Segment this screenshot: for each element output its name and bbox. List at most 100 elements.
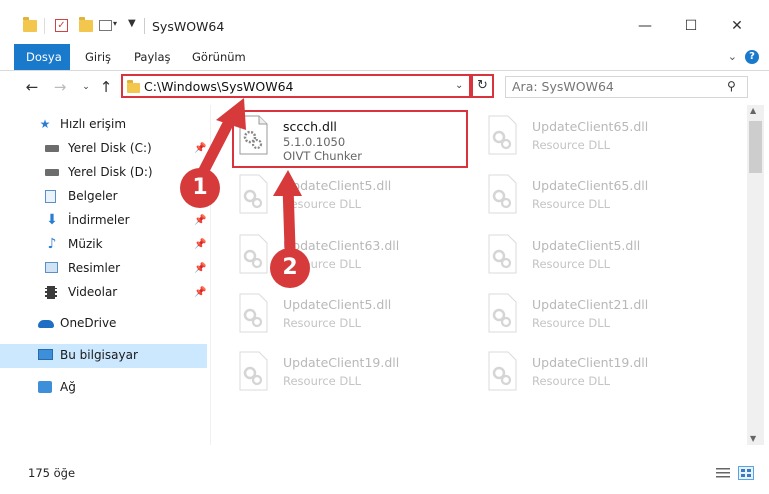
navigation-pane: ★ Hızlı erişim Yerel Disk (C:) 📌 Yerel D… xyxy=(0,105,210,445)
sidebar-item-label: Resimler xyxy=(68,261,121,275)
pin-icon[interactable]: 📌 xyxy=(194,143,206,154)
file-name: UpdateClient65.dll xyxy=(532,119,649,134)
maximize-button[interactable]: ☐ xyxy=(674,14,708,38)
file-item[interactable]: UpdateClient5.dll Resource DLL xyxy=(485,230,725,286)
file-name: UpdateClient5.dll xyxy=(283,297,392,312)
tab-giris[interactable]: Giriş xyxy=(73,44,123,70)
file-description: Resource DLL xyxy=(283,316,362,330)
sidebar-item-label: Videolar xyxy=(68,285,118,299)
file-item[interactable]: UpdateClient65.dll Resource DLL xyxy=(485,170,725,226)
dll-file-icon xyxy=(239,174,268,214)
quick-access-customize-icon[interactable]: ▼ xyxy=(128,18,136,29)
file-item-sccch-dll[interactable]: sccch.dll 5.1.0.1050 OIVT Chunker xyxy=(236,111,476,167)
sidebar-item-muzik[interactable]: ♪ Müzik 📌 xyxy=(0,233,207,257)
scrollbar-thumb[interactable] xyxy=(749,121,762,173)
file-item[interactable]: UpdateClient5.dll Resource DLL xyxy=(236,170,476,226)
file-name: UpdateClient5.dll xyxy=(283,178,392,193)
file-item[interactable]: UpdateClient21.dll Resource DLL xyxy=(485,289,725,345)
title-bar: ✓ ▾ ▼ SysWOW64 — ☐ ✕ xyxy=(0,0,769,44)
refresh-button[interactable]: ↻ xyxy=(471,74,494,98)
cloud-icon xyxy=(38,320,54,328)
drive-icon xyxy=(45,145,59,152)
scroll-up-arrow-icon[interactable]: ▲ xyxy=(750,106,756,115)
recent-locations-icon[interactable]: ⌄ xyxy=(76,77,96,97)
pin-icon[interactable]: 📌 xyxy=(194,215,206,226)
minimize-button[interactable]: — xyxy=(628,14,662,38)
file-version: 5.1.0.1050 xyxy=(283,135,346,149)
annotation-badge-1: 1 xyxy=(180,168,220,208)
properties-icon[interactable]: ✓ xyxy=(55,19,68,32)
details-view-icon[interactable] xyxy=(716,467,730,479)
folder-icon xyxy=(23,17,37,32)
tab-dosya[interactable]: Dosya xyxy=(14,44,70,70)
divider xyxy=(44,18,45,34)
divider xyxy=(144,18,145,34)
up-button[interactable]: ↑ xyxy=(96,77,116,97)
dll-file-icon xyxy=(488,174,517,214)
file-name: UpdateClient21.dll xyxy=(532,297,649,312)
back-button[interactable]: ← xyxy=(22,77,42,97)
dll-file-icon xyxy=(239,351,268,391)
file-item[interactable]: UpdateClient5.dll Resource DLL xyxy=(236,289,476,345)
sidebar-item-onedrive[interactable]: OneDrive xyxy=(0,312,207,336)
sidebar-item-indirmeler[interactable]: ⬇ İndirmeler 📌 xyxy=(0,209,207,233)
file-item[interactable]: UpdateClient19.dll Resource DLL xyxy=(485,347,725,403)
sidebar-item-ag[interactable]: Ağ xyxy=(0,376,207,400)
chevron-down-icon[interactable]: ▾ xyxy=(113,19,117,28)
sidebar-item-label: Belgeler xyxy=(68,189,118,203)
tab-gorunum[interactable]: Görünüm xyxy=(180,44,258,70)
file-name: UpdateClient5.dll xyxy=(532,238,641,253)
dll-file-icon xyxy=(239,115,268,155)
file-name: UpdateClient19.dll xyxy=(532,355,649,370)
scroll-down-arrow-icon[interactable]: ▼ xyxy=(750,434,756,443)
dll-file-icon xyxy=(239,293,268,333)
sidebar-item-videolar[interactable]: Videolar 📌 xyxy=(0,281,207,305)
folder-icon xyxy=(127,80,140,93)
new-folder-icon[interactable] xyxy=(79,17,93,32)
music-icon: ♪ xyxy=(47,236,57,252)
sidebar-item-label: OneDrive xyxy=(60,316,117,330)
sidebar-item-yerel-disk-d[interactable]: Yerel Disk (D:) xyxy=(0,161,207,185)
ribbon-tabs: Dosya Giriş Paylaş Görünüm ⌄ ? xyxy=(0,44,769,71)
dll-file-icon xyxy=(239,234,268,274)
pin-icon[interactable]: 📌 xyxy=(194,239,206,250)
file-name: UpdateClient65.dll xyxy=(532,178,649,193)
file-item[interactable]: UpdateClient65.dll Resource DLL xyxy=(485,111,725,167)
pin-icon[interactable]: 📌 xyxy=(194,263,206,274)
forward-button[interactable]: → xyxy=(50,77,70,97)
pin-icon[interactable]: 📌 xyxy=(194,287,206,298)
dll-file-icon xyxy=(488,293,517,333)
network-icon xyxy=(38,381,52,393)
sidebar-item-label: Yerel Disk (C:) xyxy=(68,141,152,155)
address-path[interactable]: C:\Windows\SysWOW64 xyxy=(144,79,293,94)
documents-icon xyxy=(45,190,56,203)
sidebar-item-label: Bu bilgisayar xyxy=(60,348,138,362)
videos-icon xyxy=(45,286,57,299)
search-input[interactable] xyxy=(512,79,722,94)
large-icons-view-icon[interactable] xyxy=(738,466,754,480)
dll-file-icon xyxy=(488,351,517,391)
sidebar-item-bu-bilgisayar[interactable]: Bu bilgisayar xyxy=(0,344,207,368)
sidebar-item-label: Hızlı erişim xyxy=(60,117,127,131)
computer-icon xyxy=(38,349,53,360)
file-name: UpdateClient19.dll xyxy=(283,355,400,370)
dll-file-icon xyxy=(488,115,517,155)
annotation-badge-2: 2 xyxy=(270,248,310,288)
file-item[interactable]: UpdateClient19.dll Resource DLL xyxy=(236,347,476,403)
close-button[interactable]: ✕ xyxy=(720,14,754,38)
tab-paylas[interactable]: Paylaş xyxy=(122,44,183,70)
drive-icon xyxy=(45,169,59,176)
file-description: Resource DLL xyxy=(532,197,611,211)
ribbon-expand-icon[interactable]: ⌄ xyxy=(728,50,737,63)
file-description: Resource DLL xyxy=(283,374,362,388)
chevron-down-icon[interactable]: ⌄ xyxy=(455,80,463,91)
file-description: OIVT Chunker xyxy=(283,149,362,163)
search-icon[interactable]: ⚲ xyxy=(727,79,736,93)
view-toggle-icon[interactable] xyxy=(99,20,112,31)
sidebar-item-yerel-disk-c[interactable]: Yerel Disk (C:) 📌 xyxy=(0,137,207,161)
item-count: 175 öğe xyxy=(28,466,76,480)
sidebar-item-belgeler[interactable]: Belgeler xyxy=(0,185,207,209)
sidebar-item-resimler[interactable]: Resimler 📌 xyxy=(0,257,207,281)
help-button[interactable]: ? xyxy=(745,50,759,64)
sidebar-item-hizli-erisim[interactable]: ★ Hızlı erişim xyxy=(0,113,207,137)
